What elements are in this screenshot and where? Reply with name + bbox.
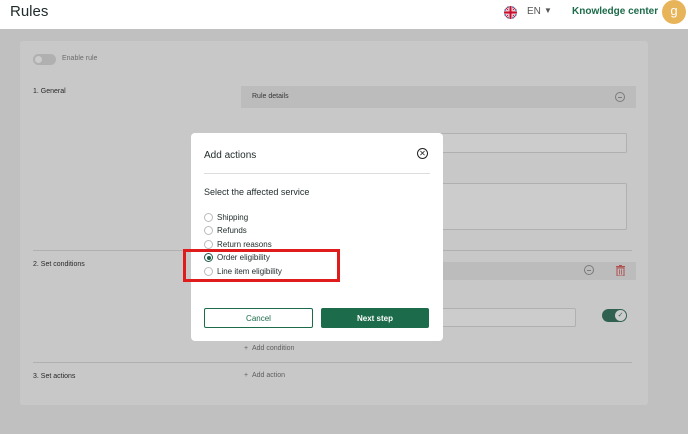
next-step-button[interactable]: Next step	[321, 308, 429, 328]
radio-button[interactable]	[204, 213, 213, 222]
add-actions-modal: Add actions ✕ Select the affected servic…	[191, 133, 443, 341]
option-shipping[interactable]: Shipping	[204, 212, 404, 224]
cancel-button[interactable]: Cancel	[204, 308, 313, 328]
avatar[interactable]: g	[662, 0, 686, 24]
modal-divider	[204, 173, 430, 174]
chevron-down-icon[interactable]: ▼	[544, 6, 552, 15]
uk-flag-icon[interactable]	[504, 6, 517, 19]
highlight-box	[183, 249, 340, 282]
top-header: Rules EN ▼ Knowledge center g	[0, 0, 688, 29]
option-refunds[interactable]: Refunds	[204, 225, 404, 237]
modal-title: Add actions	[204, 150, 257, 161]
option-label: Shipping	[217, 213, 249, 222]
language-selector[interactable]: EN	[527, 6, 541, 17]
option-label: Refunds	[217, 226, 247, 235]
radio-button[interactable]	[204, 226, 213, 235]
option-label: Return reasons	[217, 240, 272, 249]
close-icon[interactable]: ✕	[417, 148, 428, 159]
radio-button[interactable]	[204, 240, 213, 249]
modal-subtitle: Select the affected service	[204, 187, 310, 197]
knowledge-center-link[interactable]: Knowledge center	[572, 6, 658, 17]
page-title: Rules	[10, 3, 49, 20]
